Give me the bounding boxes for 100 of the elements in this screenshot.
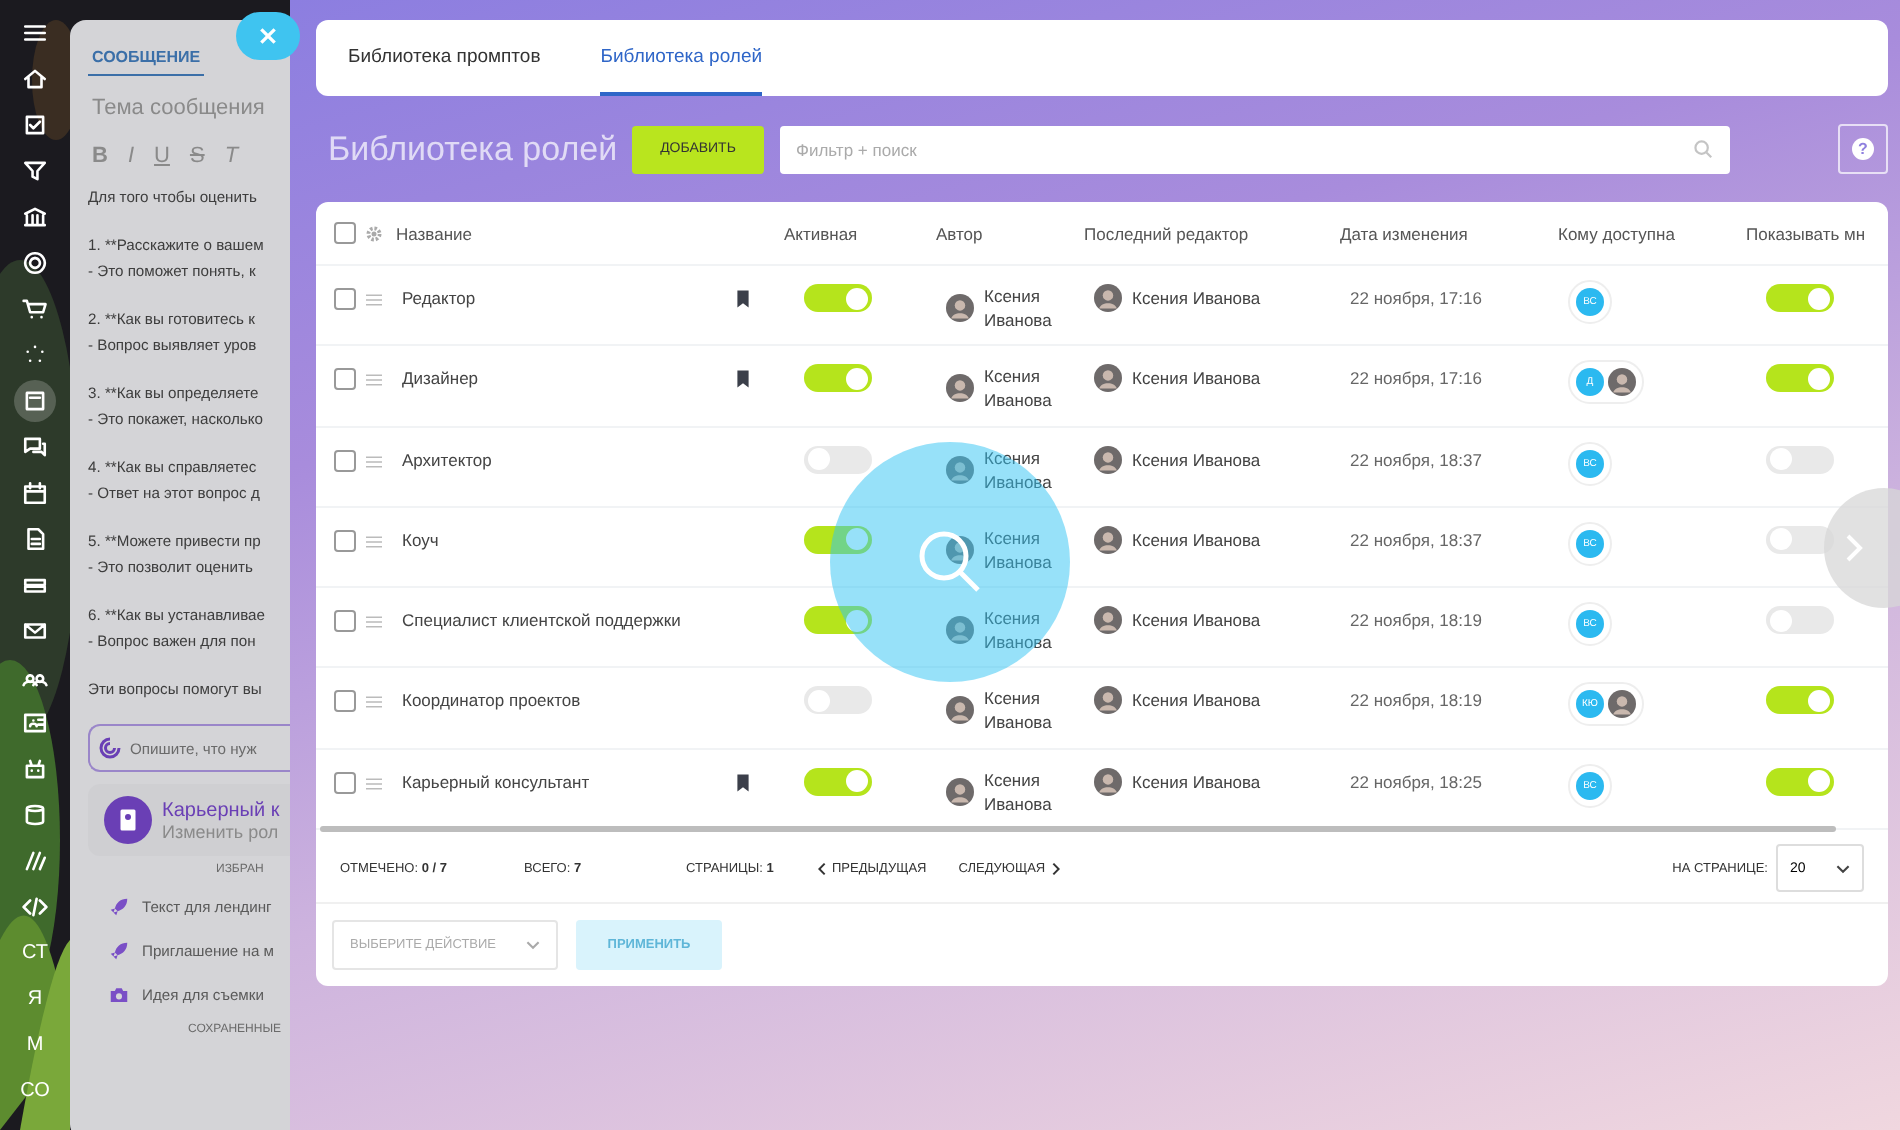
editor-name: Ксения Иванова [1132,288,1261,308]
author-name: Ксения Иванова [984,525,1054,574]
avatar [946,696,974,725]
avatar [1608,690,1636,719]
funnel-icon[interactable] [22,158,48,184]
cart-icon[interactable] [22,296,48,322]
role-name[interactable]: Карьерный консультант [396,771,720,792]
checkbox[interactable] [334,368,356,391]
date-text: 22 ноября, 18:25 [1348,771,1484,792]
editor-name: Ксения Иванова [1132,610,1261,631]
toggle-switch[interactable] [804,606,872,635]
spiral-icon [98,736,122,760]
checkbox[interactable] [334,288,356,310]
editor-name: Ксения Иванова [1132,690,1261,711]
checkbox[interactable] [334,449,356,472]
contact-card-icon[interactable] [22,710,48,736]
drag-handle-icon[interactable] [364,453,384,470]
database-icon[interactable] [22,802,48,828]
toggle-switch[interactable] [804,364,872,393]
checkbox[interactable] [334,690,356,713]
settings-icon[interactable] [364,223,384,243]
author-name: Ксения Иванова [984,767,1054,816]
column-header[interactable]: Автор [936,223,1084,243]
chevron-down-icon [526,940,540,951]
role-name[interactable]: Редактор [396,288,720,308]
checkbox[interactable] [334,222,356,244]
avatar [946,535,974,564]
toggle-switch[interactable] [1766,284,1834,312]
drag-handle-icon[interactable] [364,694,384,711]
date-text: 22 ноября, 18:37 [1348,449,1484,470]
chat-icon[interactable] [22,434,48,460]
bookmark-icon[interactable] [736,290,750,308]
target-icon[interactable] [22,250,48,276]
column-header[interactable]: Последний редактор [1084,223,1340,243]
message-tab[interactable]: СООБЩЕНИЕ [88,48,205,76]
author-name: Ксения Иванова [984,284,1054,332]
role-name[interactable]: Коуч [396,529,720,550]
scrollbar[interactable] [320,826,1836,833]
nav-item[interactable]: СТ [22,942,48,964]
stripes-icon[interactable] [22,848,48,874]
help-button[interactable]: ? [1838,124,1888,174]
close-button[interactable] [236,12,300,60]
toggle-switch[interactable] [804,445,872,474]
tab[interactable]: Библиотека ролей [600,20,763,96]
avatar [946,374,974,403]
home-icon[interactable] [22,66,48,92]
drag-handle-icon[interactable] [364,372,384,389]
column-header[interactable]: Активная [784,223,936,243]
checkbox[interactable] [334,771,356,794]
role-name[interactable]: Дизайнер [396,368,720,389]
column-header[interactable]: Дата изменения [1340,223,1558,243]
bank-icon[interactable] [22,204,48,230]
calendar-icon[interactable] [22,480,48,506]
menu-icon[interactable] [22,20,48,46]
toggle-switch[interactable] [804,767,872,796]
robot-icon[interactable] [22,756,48,782]
checkbox-icon[interactable] [22,112,48,138]
page-title: Библиотека ролей [326,129,620,169]
drag-handle-icon[interactable] [364,533,384,550]
toggle-switch[interactable] [1766,686,1834,715]
document-icon[interactable] [14,380,56,422]
role-name[interactable]: Архитектор [396,449,720,470]
avatar [1094,606,1122,635]
nav-item[interactable]: СО [20,1080,50,1102]
role-name[interactable]: Координатор проектов [396,690,720,711]
checkbox[interactable] [334,529,356,552]
nav-item[interactable]: Я [27,988,43,1010]
mail-icon[interactable] [22,618,48,644]
dots-icon[interactable] [22,342,48,368]
avatar [1094,364,1122,393]
drag-handle-icon[interactable] [364,292,384,308]
drag-handle-icon[interactable] [364,775,384,792]
column-header[interactable]: Кому доступна [1558,223,1746,243]
tab[interactable]: Библиотека промптов [348,20,541,96]
toggle-switch[interactable] [1766,767,1834,796]
search-field[interactable]: Фильтр + поиск [780,125,1730,173]
nav-item[interactable]: М [26,1034,44,1056]
checkbox[interactable] [334,610,356,633]
code-icon[interactable] [22,894,48,920]
subject-field[interactable]: Тема сообщения [88,88,286,128]
role-subtitle: Изменить рол [162,821,280,841]
avatar [946,455,974,484]
avatar [946,777,974,806]
date-text: 22 ноября, 18:19 [1348,690,1484,711]
toggle-switch[interactable] [804,525,872,554]
editor-name: Ксения Иванова [1132,368,1261,389]
avatar [1094,686,1122,715]
toggle-switch[interactable] [804,284,872,312]
author-name: Ксения Иванова [984,364,1054,413]
rocket-icon [108,939,130,961]
bookmark-icon[interactable] [736,370,750,389]
toggle-switch[interactable] [1766,364,1834,393]
drag-handle-icon[interactable] [364,614,384,631]
contact-book-icon [104,796,152,844]
role-name[interactable]: Специалист клиентской поддержки [396,610,720,631]
bookmark-icon[interactable] [736,773,750,792]
file-icon[interactable] [22,526,48,552]
column-header[interactable]: Название [396,223,784,243]
role-card[interactable]: Карьерный к Изменить рол [88,784,290,856]
column-header[interactable]: Показывать мн [1746,223,1888,243]
